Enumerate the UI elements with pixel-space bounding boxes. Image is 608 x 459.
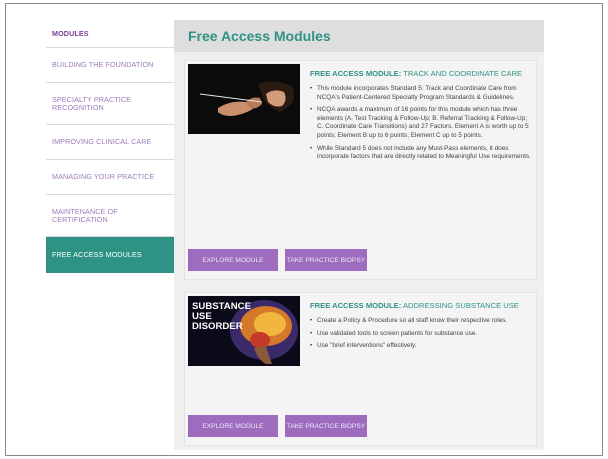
sidebar-item-managing-your-practice[interactable]: MANAGING YOUR PRACTICE: [46, 160, 174, 195]
sidebar-item-maintenance-of-certification[interactable]: MAINTENANCE OF CERTIFICATION: [46, 195, 174, 237]
card-heading-title: ADDRESSING SUBSTANCE USE: [401, 301, 519, 310]
conductor-hands-image: [188, 64, 300, 134]
list-item: Use validated tools to screen patients f…: [310, 330, 532, 339]
card-body: FREE ACCESS MODULE: ADDRESSING SUBSTANCE…: [310, 301, 532, 355]
explore-module-button[interactable]: EXPLORE MODULE: [188, 249, 278, 271]
card-heading-prefix: FREE ACCESS MODULE:: [310, 69, 402, 78]
sidebar-item-label: MAINTENANCE OF CERTIFICATION: [52, 206, 118, 224]
caption-line: DISORDER: [192, 321, 243, 332]
sidebar: MODULES BUILDING THE FOUNDATION SPECIALT…: [46, 20, 181, 273]
sidebar-item-improving-clinical-care[interactable]: IMPROVING CLINICAL CARE: [46, 125, 174, 160]
sidebar-item-building-the-foundation[interactable]: BUILDING THE FOUNDATION: [46, 48, 174, 83]
card-heading: FREE ACCESS MODULE: ADDRESSING SUBSTANCE…: [310, 301, 532, 311]
module-card-track-coordinate-care: FREE ACCESS MODULE: TRACK AND COORDINATE…: [184, 60, 537, 280]
explore-module-button[interactable]: EXPLORE MODULE: [188, 415, 278, 437]
conductor-hands-illustration: [188, 64, 300, 134]
substance-use-disorder-caption: SUBSTANCE USE DISORDER: [192, 302, 251, 332]
sidebar-item-label: FREE ACCESS MODULES: [52, 250, 142, 259]
card-heading: FREE ACCESS MODULE: TRACK AND COORDINATE…: [310, 69, 532, 79]
sidebar-item-label: SPECIALTY PRACTICE RECOGNITION: [52, 94, 132, 112]
sidebar-item-label: IMPROVING CLINICAL CARE: [52, 137, 152, 146]
substance-use-disorder-image: SUBSTANCE USE DISORDER: [188, 296, 300, 366]
card-heading-prefix: FREE ACCESS MODULE:: [310, 301, 402, 310]
sidebar-item-modules[interactable]: MODULES: [46, 20, 174, 48]
sidebar-item-label: MANAGING YOUR PRACTICE: [52, 172, 155, 181]
take-practice-biopsy-button[interactable]: TAKE PRACTICE BIOPSY: [285, 415, 367, 437]
page-title: Free Access Modules: [188, 28, 331, 44]
list-item: While Standard 5 does not include any Mu…: [310, 145, 532, 162]
list-item: Create a Policy & Procedure so all staff…: [310, 317, 532, 326]
sidebar-item-specialty-practice-recognition[interactable]: SPECIALTY PRACTICE RECOGNITION: [46, 83, 174, 125]
main-panel: Free Access Modules FREE ACCESS MODULE: …: [174, 20, 544, 450]
sidebar-item-label: MODULES: [52, 28, 89, 38]
list-item: Use "brief interventions" effectively.: [310, 342, 532, 351]
list-item: This module incorporates Standard 5: Tra…: [310, 85, 532, 102]
title-bar: Free Access Modules: [174, 20, 544, 52]
bullet-list: This module incorporates Standard 5: Tra…: [310, 85, 532, 162]
sidebar-item-label: BUILDING THE FOUNDATION: [52, 60, 154, 69]
list-item: NCQA awards a maximum of 16 points for t…: [310, 106, 532, 140]
bullet-list: Create a Policy & Procedure so all staff…: [310, 317, 532, 351]
card-heading-title: TRACK AND COORDINATE CARE: [401, 69, 523, 78]
card-body: FREE ACCESS MODULE: TRACK AND COORDINATE…: [310, 69, 532, 166]
take-practice-biopsy-button[interactable]: TAKE PRACTICE BIOPSY: [285, 249, 367, 271]
module-card-addressing-substance-use: SUBSTANCE USE DISORDER FREE ACCESS MODUL…: [184, 292, 537, 446]
sidebar-item-free-access-modules[interactable]: FREE ACCESS MODULES: [46, 237, 181, 273]
